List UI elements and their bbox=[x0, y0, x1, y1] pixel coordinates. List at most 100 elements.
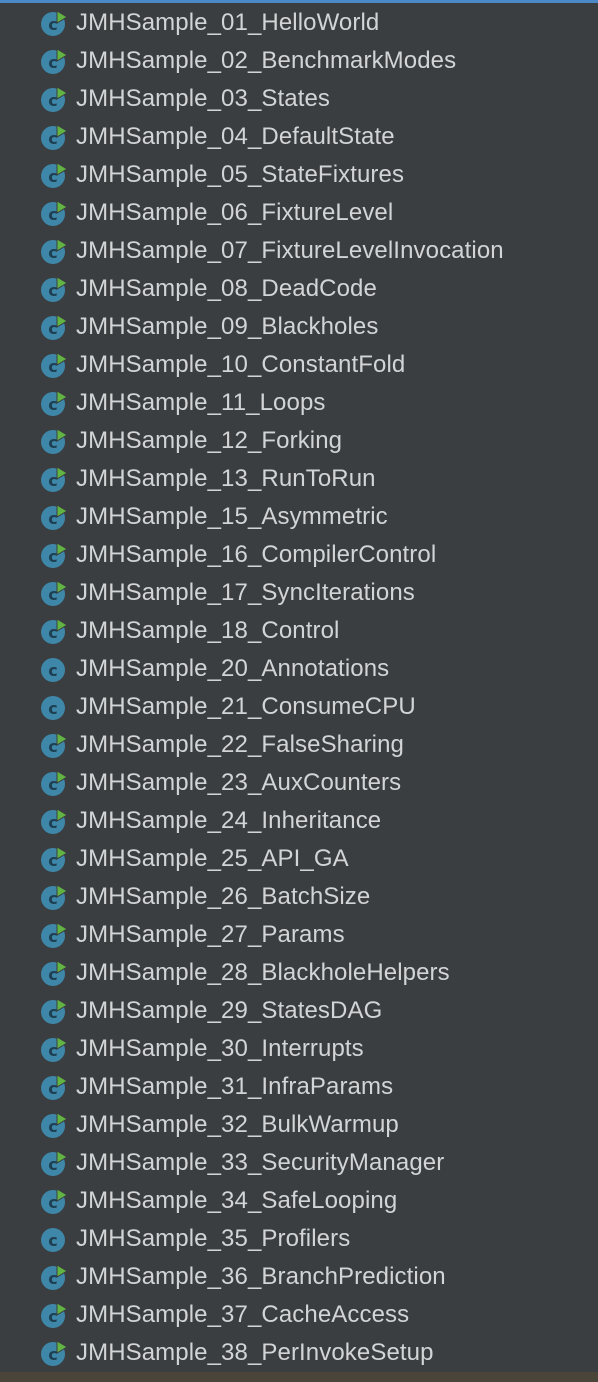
class-runnable-icon: c bbox=[40, 123, 68, 151]
tree-item-label: JMHSample_31_InfraParams bbox=[76, 1073, 394, 1100]
tree-item[interactable]: c JMHSample_34_SafeLooping bbox=[0, 1182, 598, 1220]
tree-item[interactable]: c JMHSample_03_States bbox=[0, 80, 598, 118]
tree-item[interactable]: c JMHSample_30_Interrupts bbox=[0, 1030, 598, 1068]
tree-item[interactable]: c JMHSample_09_Blackholes bbox=[0, 308, 598, 346]
tree-item[interactable]: c JMHSample_05_StateFixtures bbox=[0, 156, 598, 194]
tree-item-label: JMHSample_33_SecurityManager bbox=[76, 1149, 445, 1176]
tree-item[interactable]: c JMHSample_13_RunToRun bbox=[0, 460, 598, 498]
tree-item[interactable]: c JMHSample_06_FixtureLevel bbox=[0, 194, 598, 232]
tree-item[interactable]: c JMHSample_32_BulkWarmup bbox=[0, 1106, 598, 1144]
tree-item-label: JMHSample_18_Control bbox=[76, 617, 340, 644]
tree-item-label: JMHSample_29_StatesDAG bbox=[76, 997, 383, 1024]
svg-text:c: c bbox=[48, 129, 57, 148]
tree-item[interactable]: c JMHSample_10_ConstantFold bbox=[0, 346, 598, 384]
class-runnable-icon: c bbox=[40, 959, 68, 987]
tree-item[interactable]: c JMHSample_37_CacheAccess bbox=[0, 1296, 598, 1334]
tree-item[interactable]: c JMHSample_17_SyncIterations bbox=[0, 574, 598, 612]
class-runnable-icon: c bbox=[40, 47, 68, 75]
tree-item[interactable]: c JMHSample_04_DefaultState bbox=[0, 118, 598, 156]
tree-item-label: JMHSample_09_Blackholes bbox=[76, 313, 379, 340]
tree-item[interactable]: c JMHSample_31_InfraParams bbox=[0, 1068, 598, 1106]
class-runnable-icon: c bbox=[40, 541, 68, 569]
tree-item[interactable]: c JMHSample_15_Asymmetric bbox=[0, 498, 598, 536]
class-runnable-icon: c bbox=[40, 275, 68, 303]
tree-item-label: JMHSample_07_FixtureLevelInvocation bbox=[76, 237, 504, 264]
class-runnable-icon: c bbox=[40, 427, 68, 455]
tree-item[interactable]: c JMHSample_22_FalseSharing bbox=[0, 726, 598, 764]
class-runnable-icon: c bbox=[40, 807, 68, 835]
svg-text:c: c bbox=[48, 205, 57, 224]
tree-item[interactable]: c JMHSample_20_Annotations bbox=[0, 650, 598, 688]
class-runnable-icon: c bbox=[40, 997, 68, 1025]
tree-item[interactable]: c JMHSample_23_AuxCounters bbox=[0, 764, 598, 802]
class-runnable-icon: c bbox=[40, 237, 68, 265]
class-runnable-icon: c bbox=[40, 1263, 68, 1291]
tree-item-label: JMHSample_04_DefaultState bbox=[76, 123, 395, 150]
tree-item[interactable]: c JMHSample_35_Profilers bbox=[0, 1220, 598, 1258]
tree-item-label: JMHSample_17_SyncIterations bbox=[76, 579, 415, 606]
tree-item[interactable]: c JMHSample_11_Loops bbox=[0, 384, 598, 422]
tree-item[interactable]: c JMHSample_25_API_GA bbox=[0, 840, 598, 878]
class-runnable-icon: c bbox=[40, 313, 68, 341]
class-runnable-icon: c bbox=[40, 351, 68, 379]
svg-text:c: c bbox=[48, 243, 57, 262]
svg-text:c: c bbox=[48, 1155, 57, 1174]
selection-top-edge bbox=[0, 0, 598, 3]
class-runnable-icon: c bbox=[40, 1035, 68, 1063]
tree-item-label: JMHSample_34_SafeLooping bbox=[76, 1187, 398, 1214]
tree-item-label: JMHSample_24_Inheritance bbox=[76, 807, 382, 834]
tree-item-label: JMHSample_01_HelloWorld bbox=[76, 9, 380, 36]
tree-item[interactable]: c JMHSample_12_Forking bbox=[0, 422, 598, 460]
tree-item[interactable]: c JMHSample_36_BranchPrediction bbox=[0, 1258, 598, 1296]
tree-item[interactable]: c JMHSample_29_StatesDAG bbox=[0, 992, 598, 1030]
svg-text:c: c bbox=[48, 471, 57, 490]
class-runnable-icon: c bbox=[40, 199, 68, 227]
tree-item-label: JMHSample_38_PerInvokeSetup bbox=[76, 1339, 434, 1366]
tree-item[interactable]: c JMHSample_24_Inheritance bbox=[0, 802, 598, 840]
svg-text:c: c bbox=[48, 1003, 57, 1022]
tree-item[interactable]: c JMHSample_38_PerInvokeSetup bbox=[0, 1334, 598, 1372]
svg-text:c: c bbox=[48, 965, 57, 984]
tree-item-label: JMHSample_23_AuxCounters bbox=[76, 769, 402, 796]
tree-item-label: JMHSample_21_ConsumeCPU bbox=[76, 693, 416, 720]
svg-text:c: c bbox=[48, 623, 57, 642]
class-runnable-icon: c bbox=[40, 9, 68, 37]
svg-text:c: c bbox=[48, 585, 57, 604]
svg-text:c: c bbox=[48, 395, 57, 414]
tree-item[interactable]: c JMHSample_07_FixtureLevelInvocation bbox=[0, 232, 598, 270]
svg-text:c: c bbox=[48, 509, 57, 528]
tree-item[interactable]: c JMHSample_27_Params bbox=[0, 916, 598, 954]
bottom-edge-strip bbox=[0, 1372, 598, 1382]
tree-item-label: JMHSample_32_BulkWarmup bbox=[76, 1111, 399, 1138]
class-runnable-icon: c bbox=[40, 85, 68, 113]
tree-item-label: JMHSample_20_Annotations bbox=[76, 655, 390, 682]
class-runnable-icon: c bbox=[40, 769, 68, 797]
tree-item[interactable]: c JMHSample_02_BenchmarkModes bbox=[0, 42, 598, 80]
class-runnable-icon: c bbox=[40, 1111, 68, 1139]
svg-text:c: c bbox=[48, 433, 57, 452]
tree-item[interactable]: c JMHSample_28_BlackholeHelpers bbox=[0, 954, 598, 992]
tree-item-label: JMHSample_02_BenchmarkModes bbox=[76, 47, 457, 74]
tree-item-label: JMHSample_03_States bbox=[76, 85, 331, 112]
svg-text:c: c bbox=[48, 737, 57, 756]
tree-item-label: JMHSample_05_StateFixtures bbox=[76, 161, 405, 188]
class-runnable-icon: c bbox=[40, 1187, 68, 1215]
svg-text:c: c bbox=[48, 547, 57, 566]
tree-item[interactable]: c JMHSample_08_DeadCode bbox=[0, 270, 598, 308]
class-runnable-icon: c bbox=[40, 1149, 68, 1177]
tree-item[interactable]: c JMHSample_01_HelloWorld bbox=[0, 4, 598, 42]
svg-text:c: c bbox=[48, 1269, 57, 1288]
tree-item[interactable]: c JMHSample_18_Control bbox=[0, 612, 598, 650]
tree-item[interactable]: c JMHSample_16_CompilerControl bbox=[0, 536, 598, 574]
svg-text:c: c bbox=[48, 661, 57, 680]
tree-item[interactable]: c JMHSample_21_ConsumeCPU bbox=[0, 688, 598, 726]
class-runnable-icon: c bbox=[40, 389, 68, 417]
svg-text:c: c bbox=[48, 1307, 57, 1326]
tree-item-label: JMHSample_37_CacheAccess bbox=[76, 1301, 410, 1328]
svg-text:c: c bbox=[48, 851, 57, 870]
tree-item[interactable]: c JMHSample_26_BatchSize bbox=[0, 878, 598, 916]
tree-item-label: JMHSample_08_DeadCode bbox=[76, 275, 377, 302]
tree-item[interactable]: c JMHSample_33_SecurityManager bbox=[0, 1144, 598, 1182]
tree-item-label: JMHSample_26_BatchSize bbox=[76, 883, 371, 910]
class-runnable-icon: c bbox=[40, 1073, 68, 1101]
